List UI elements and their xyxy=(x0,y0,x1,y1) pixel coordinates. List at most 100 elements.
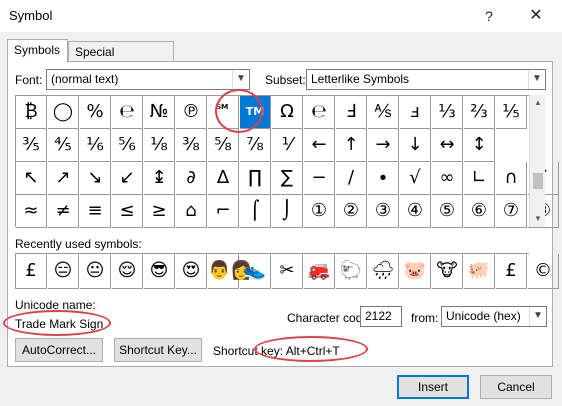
symbol-cell[interactable]: ∕ xyxy=(336,162,367,195)
symbol-cell[interactable]: № xyxy=(144,96,175,129)
symbol-cell[interactable]: ℗ xyxy=(176,96,207,129)
symbol-cell[interactable]: ≈ xyxy=(16,195,47,228)
symbol-cell[interactable]: ⌡ xyxy=(272,195,303,228)
cancel-button[interactable]: Cancel xyxy=(480,375,552,399)
scroll-up-icon[interactable]: ▲ xyxy=(530,95,546,111)
recent-symbol-cell[interactable]: 😎 xyxy=(144,254,175,289)
insert-button[interactable]: Insert xyxy=(397,375,469,399)
symbol-cell[interactable]: ⅞ xyxy=(240,129,271,162)
autocorrect-button[interactable]: AutoCorrect... xyxy=(15,338,103,362)
symbol-cell[interactable]: ⅛ xyxy=(144,129,175,162)
symbol-cell[interactable]: ↙ xyxy=(112,162,143,195)
symbol-cell[interactable]: ∂ xyxy=(176,162,207,195)
symbol-cell-selected[interactable]: TM xyxy=(240,96,271,129)
symbol-cell[interactable]: ⅜ xyxy=(176,129,207,162)
symbol-cell[interactable]: ↖ xyxy=(16,162,47,195)
close-button[interactable]: ✕ xyxy=(516,0,556,32)
symbol-cell[interactable]: ⌐ xyxy=(208,195,239,228)
symbol-cell[interactable]: Ⅎ xyxy=(336,96,367,129)
tab-symbols[interactable]: Symbols xyxy=(7,39,68,63)
symbol-cell[interactable]: ↗ xyxy=(48,162,79,195)
symbol-cell[interactable]: ∩ xyxy=(496,162,527,195)
symbol-cell[interactable]: ⑦ xyxy=(496,195,527,228)
recent-symbol-cell[interactable]: 😍 xyxy=(176,254,207,289)
shortcut-key-button[interactable]: Shortcut Key... xyxy=(114,338,202,362)
symbol-cell[interactable]: ≥ xyxy=(144,195,175,228)
recent-symbol-cell[interactable]: 😐 xyxy=(80,254,111,289)
symbol-cell[interactable]: ↑ xyxy=(336,129,367,162)
subset-value: Letterlike Symbols xyxy=(311,72,410,86)
symbol-cell[interactable]: ← xyxy=(304,129,335,162)
recent-symbol-cell[interactable]: 😌 xyxy=(112,254,143,289)
symbol-cell[interactable]: ⅟ xyxy=(272,129,303,162)
symbol-cell[interactable]: ⅘ xyxy=(48,129,79,162)
symbol-cell[interactable]: ⅎ xyxy=(400,96,431,129)
symbol-cell[interactable]: ↔ xyxy=(432,129,463,162)
symbol-cell[interactable]: ⅝ xyxy=(208,129,239,162)
recent-symbol-cell[interactable]: ✂ xyxy=(272,254,303,289)
symbol-cell[interactable]: ⅔ xyxy=(464,96,495,129)
symbol-cell[interactable]: ⅍ xyxy=(368,96,399,129)
symbol-cell[interactable]: ≠ xyxy=(48,195,79,228)
recent-symbol-cell[interactable]: 🐷 xyxy=(400,254,431,289)
symbol-cell[interactable]: ④ xyxy=(400,195,431,228)
recent-symbol-cell[interactable]: 😑 xyxy=(48,254,79,289)
symbol-cell[interactable]: % xyxy=(80,96,111,129)
symbol-cell[interactable]: ⅓ xyxy=(432,96,463,129)
character-code-input[interactable]: 2122 xyxy=(360,306,402,327)
symbol-cell[interactable]: ◯ xyxy=(48,96,79,129)
symbol-cell[interactable]: ℠ xyxy=(208,96,239,129)
symbol-cell[interactable]: ⅚ xyxy=(112,129,143,162)
recent-symbol-cell[interactable]: 🚒 xyxy=(304,254,335,289)
recent-symbol-cell[interactable]: 🐑 xyxy=(336,254,367,289)
symbol-cell[interactable]: ≤ xyxy=(112,195,143,228)
symbol-cell[interactable]: ⑥ xyxy=(464,195,495,228)
symbol-cell[interactable]: ℮ xyxy=(304,96,335,129)
recent-symbol-cell[interactable]: 🐮 xyxy=(432,254,463,289)
recent-symbol-cell[interactable]: 🌧 xyxy=(368,254,399,289)
symbol-cell[interactable]: → xyxy=(368,129,399,162)
symbol-grid-scrollbar[interactable]: ▲ ▼ xyxy=(529,95,545,227)
tab-special-characters[interactable]: Special Characters xyxy=(68,41,174,79)
symbol-cell[interactable]: Ω xyxy=(272,96,303,129)
symbol-cell[interactable]: ℮ xyxy=(112,96,143,129)
symbol-cell[interactable]: ∟ xyxy=(464,162,495,195)
symbol-cell[interactable]: − xyxy=(304,162,335,195)
symbol-cell[interactable]: ∆ xyxy=(208,162,239,195)
from-dropdown[interactable]: Unicode (hex) ▼ xyxy=(441,306,547,327)
scroll-down-icon[interactable]: ▼ xyxy=(530,211,546,227)
recent-symbol-cell[interactable]: 👨‍👩 xyxy=(208,254,253,289)
symbol-cell[interactable]: ∏ xyxy=(240,162,271,195)
subset-dropdown[interactable]: Letterlike Symbols ▼ xyxy=(306,69,546,90)
symbol-cell[interactable]: ≡ xyxy=(80,195,111,228)
font-dropdown[interactable]: (normal text) ▼ xyxy=(46,69,250,90)
recent-symbol-cell[interactable]: £ xyxy=(16,254,47,289)
symbol-cell[interactable]: ⑤ xyxy=(432,195,463,228)
scroll-thumb[interactable] xyxy=(533,173,543,189)
symbol-cell[interactable]: √ xyxy=(400,162,431,195)
chevron-down-icon[interactable]: ▼ xyxy=(232,70,249,89)
help-button[interactable]: ? xyxy=(469,0,509,32)
symbol-cell[interactable]: ∑ xyxy=(272,162,303,195)
symbol-cell[interactable]: ↘ xyxy=(80,162,111,195)
symbol-cell[interactable]: ∙ xyxy=(368,162,399,195)
chevron-down-icon[interactable]: ▼ xyxy=(529,307,546,326)
symbol-cell[interactable]: ⌠ xyxy=(240,195,271,228)
symbol-cell[interactable]: ⅙ xyxy=(80,129,111,162)
symbol-cell[interactable]: ⌂ xyxy=(176,195,207,228)
recent-symbol-cell[interactable]: 👟 xyxy=(240,254,271,289)
symbol-cell[interactable]: ↕ xyxy=(464,129,495,162)
symbol-cell[interactable]: ① xyxy=(304,195,335,228)
symbol-cell[interactable]: ③ xyxy=(368,195,399,228)
symbol-cell[interactable]: ∞ xyxy=(432,162,463,195)
recent-symbol-cell[interactable]: £ xyxy=(496,254,527,289)
symbol-cell[interactable]: ⅗ xyxy=(16,129,47,162)
symbol-cell[interactable]: ₿ xyxy=(16,96,47,129)
chevron-down-icon[interactable]: ▼ xyxy=(528,70,545,89)
symbol-cell[interactable]: ↓ xyxy=(400,129,431,162)
recent-symbol-cell[interactable]: 🐖 xyxy=(464,254,495,289)
recent-symbol-cell[interactable]: © xyxy=(528,254,559,289)
symbol-cell[interactable]: ↨ xyxy=(144,162,175,195)
symbol-cell[interactable]: ② xyxy=(336,195,367,228)
symbol-cell[interactable]: ⅕ xyxy=(496,96,527,129)
